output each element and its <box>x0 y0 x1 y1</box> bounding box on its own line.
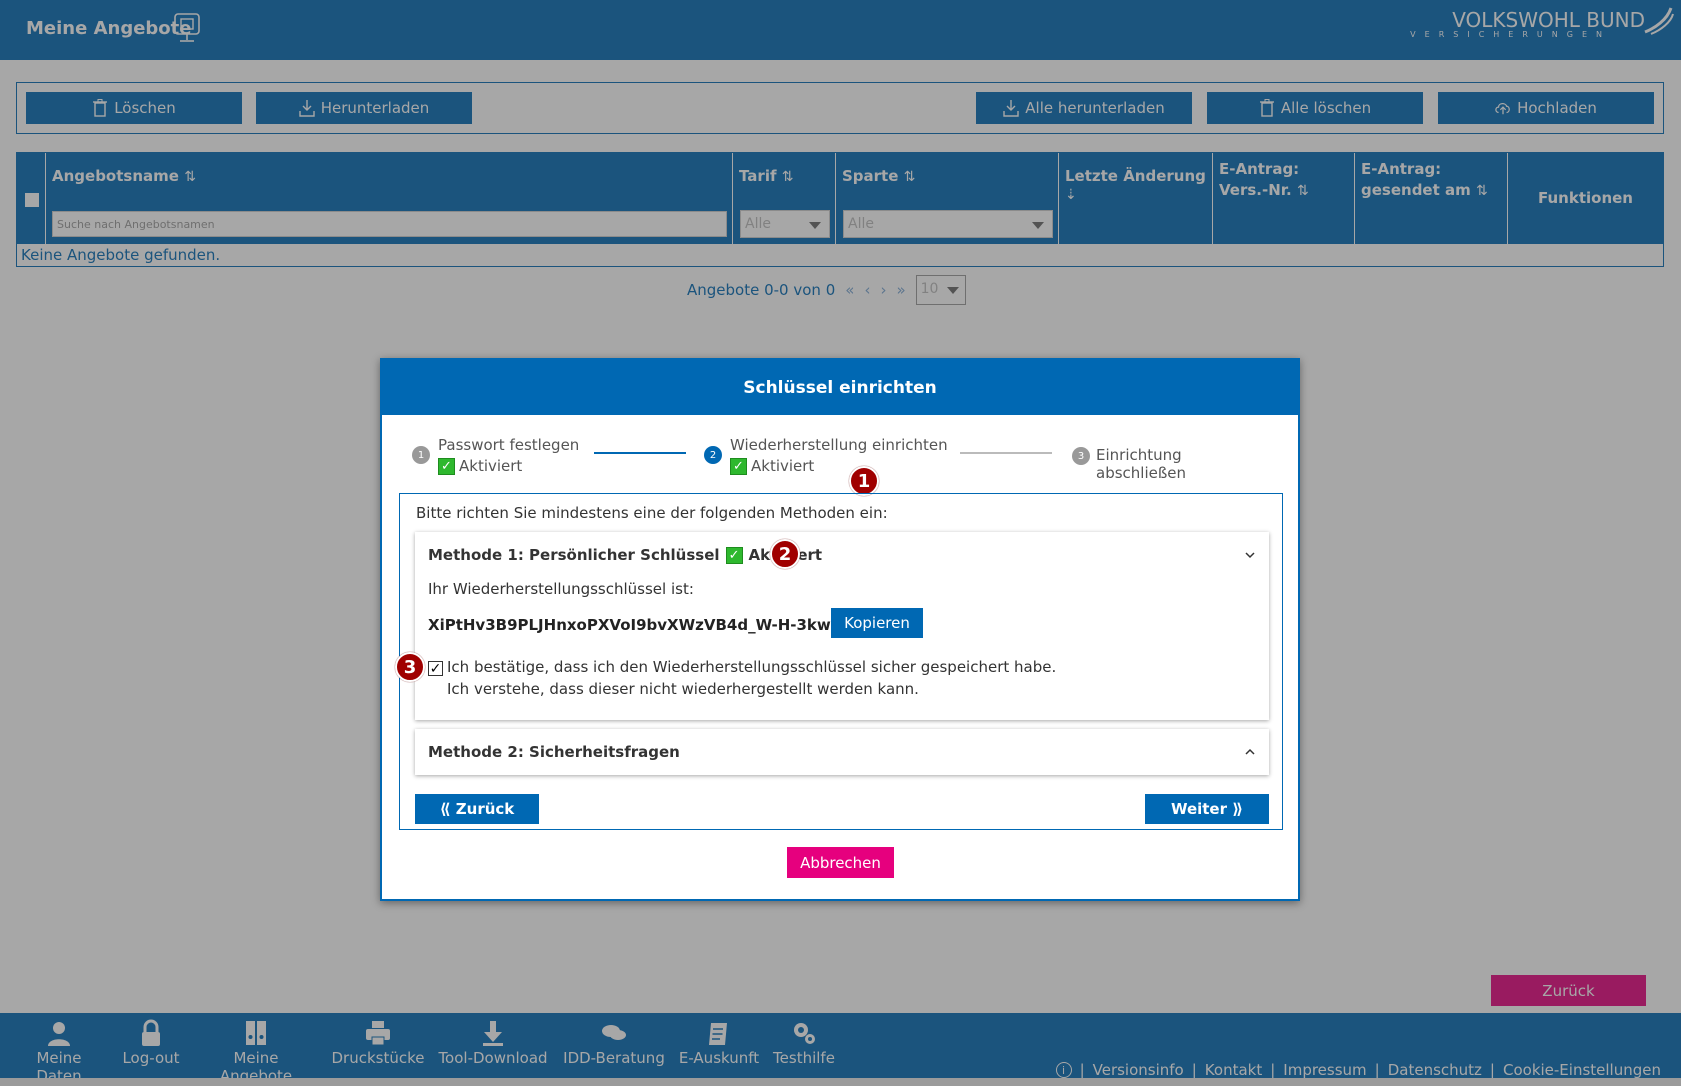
step-1: 1 Passwort festlegen ✓ Aktiviert <box>412 436 579 475</box>
confirm-line-2: Ich verstehe, dass dieser nicht wiederhe… <box>447 680 919 698</box>
annotation-marker-3: 3 <box>395 652 425 682</box>
back-button[interactable]: ⟪ Zurück <box>415 794 539 824</box>
step-2-number: 2 <box>704 446 722 464</box>
key-setup-dialog: Schlüssel einrichten 1 Passwort festlege… <box>380 358 1300 901</box>
method-2-card[interactable]: Methode 2: Sicherheitsfragen <box>415 729 1269 775</box>
annotation-marker-1: 1 <box>849 466 879 496</box>
confirm-line-1: Ich bestätige, dass ich den Wiederherste… <box>447 658 1057 676</box>
step-1-status-label: Aktiviert <box>459 457 523 475</box>
check-icon: ✓ <box>730 457 747 475</box>
step-2: 2 Wiederherstellung einrichten ✓ Aktivie… <box>704 436 948 475</box>
method-2-header: Methode 2: Sicherheitsfragen <box>428 743 680 761</box>
dialog-title: Schlüssel einrichten <box>382 360 1298 415</box>
check-icon: ✓ <box>438 457 455 475</box>
chevron-down-icon[interactable] <box>1245 550 1255 560</box>
methods-intro: Bitte richten Sie mindestens eine der fo… <box>416 504 888 522</box>
methods-panel: Bitte richten Sie mindestens eine der fo… <box>395 493 1283 830</box>
step-2-status-label: Aktiviert <box>751 457 815 475</box>
method-1-title: Methode 1: Persönlicher Schlüssel <box>428 546 720 564</box>
next-button[interactable]: Weiter ⟫ <box>1145 794 1269 824</box>
step-3-number: 3 <box>1072 447 1090 465</box>
method-1-card: Methode 1: Persönlicher Schlüssel ✓ Akti… <box>395 532 1269 720</box>
cancel-button[interactable]: Abbrechen <box>787 847 894 878</box>
step-3: 3 Einrichtung abschließen <box>1072 446 1272 482</box>
stepper: 1 Passwort festlegen ✓ Aktiviert 2 Wiede… <box>412 436 1272 496</box>
step-1-label: Passwort festlegen <box>438 436 580 454</box>
step-2-status: ✓ Aktiviert <box>730 457 948 475</box>
method-1-header[interactable]: Methode 1: Persönlicher Schlüssel ✓ Akti… <box>428 546 822 564</box>
annotation-marker-2: 2 <box>770 539 800 569</box>
step-connector <box>960 452 1052 454</box>
step-1-number: 1 <box>412 446 430 464</box>
key-label: Ihr Wiederherstellungsschlüssel ist: <box>428 580 694 598</box>
confirm-checkbox[interactable]: ✓ <box>428 661 443 677</box>
check-icon: ✓ <box>725 546 743 564</box>
recovery-key: XiPtHv3B9PLJHnxoPXVoI9bvXWzVB4d_W-H-3kw1… <box>428 616 876 634</box>
confirm-text: Ich bestätige, dass ich den Wiederherste… <box>447 656 1056 700</box>
step-connector <box>594 452 686 454</box>
step-2-label: Wiederherstellung einrichten <box>730 436 948 454</box>
chevron-up-icon[interactable] <box>1245 747 1255 757</box>
step-1-status: ✓ Aktiviert <box>438 457 579 475</box>
method-2-title: Methode 2: Sicherheitsfragen <box>428 743 680 761</box>
step-3-label: Einrichtung abschließen <box>1096 446 1187 482</box>
copy-button[interactable]: Kopieren <box>831 608 923 638</box>
